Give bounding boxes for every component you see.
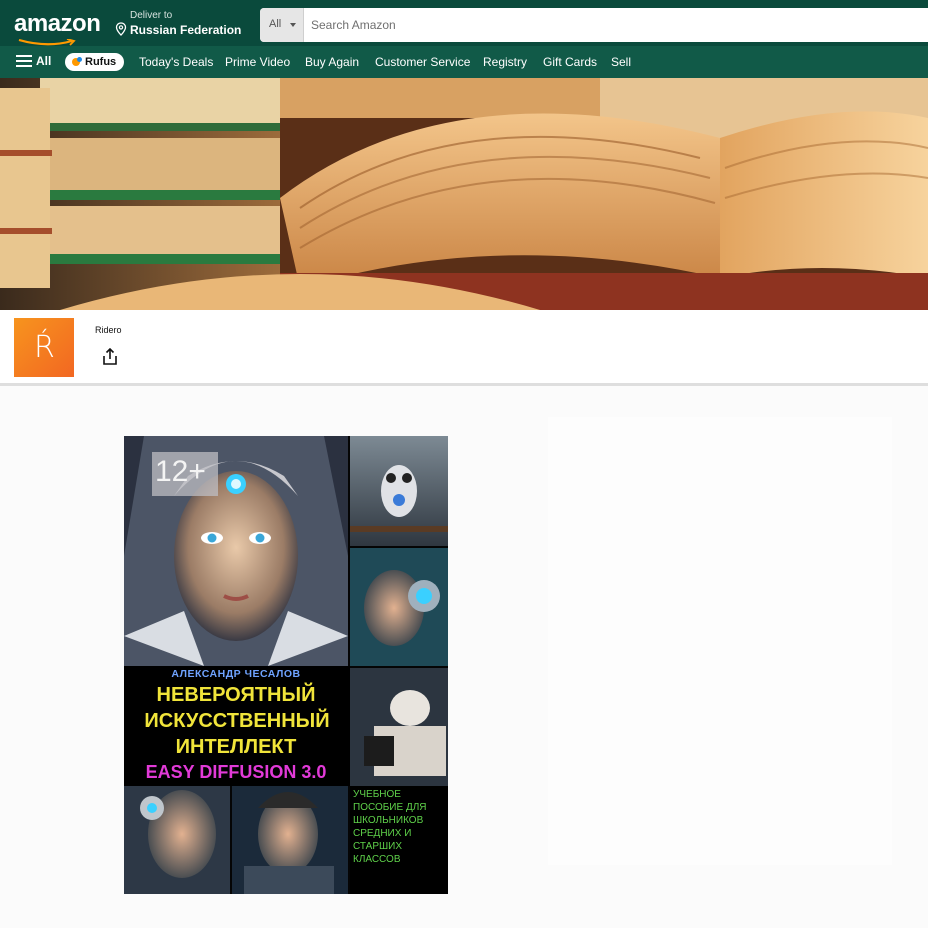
books-illustration [0,78,928,310]
blurb-line: УЧЕБНОЕ [353,789,401,800]
search-category-select[interactable]: All [260,8,304,42]
deliver-label: Deliver to [130,10,173,21]
all-menu-label: All [36,54,52,68]
nav-link-registry[interactable]: Registry [483,55,527,69]
rufus-icon-accent [77,57,82,62]
book-author: АЛЕКСАНДР ЧЕСАЛОВ [171,668,301,680]
store-banner-image [0,78,928,310]
ridero-logo-letter: Ŕ [34,330,55,365]
nav-link-gift-cards[interactable]: Gift Cards [543,55,597,69]
brand-name[interactable]: Ridero [95,325,122,335]
nav-link-prime-video[interactable]: Prime Video [225,55,290,69]
book-title-line-1: НЕВЕРОЯТНЫЙ [156,684,316,706]
rufus-label: Rufus [85,56,117,68]
amazon-logo[interactable]: amazon [14,10,101,38]
search-bar: All [260,8,928,42]
share-icon[interactable] [102,348,118,366]
book-cover[interactable]: 12+ АЛЕКСАНДР ЧЕСАЛОВ НЕВЕРОЯТНЫЙ ИСКУСС… [124,436,448,894]
age-rating-badge: 12+ [155,455,206,488]
top-header: amazon Deliver to Russian Federation All [0,0,928,46]
book-title-line-2: ИСКУССТВЕННЫЙ [144,710,330,732]
rufus-button[interactable]: Rufus [65,53,125,71]
book-blurb: УЧЕБНОЕ ПОСОБИЕ ДЛЯ ШКОЛЬНИКОВ СРЕДНИХ И… [353,788,447,866]
blurb-line: ПОСОБИЕ ДЛЯ [353,802,427,813]
deliver-location: Russian Federation [130,23,242,37]
all-menu-button[interactable]: All [16,54,51,68]
content-panel-placeholder [548,417,892,865]
book-subtitle: EASY DIFFUSION 3.0 [145,762,327,782]
hamburger-menu-icon [16,55,32,67]
location-pin-icon [115,22,127,36]
blurb-line: СРЕДНИХ И [353,828,412,839]
nav-bar: All Rufus Today's Deals Prime Video Buy … [0,46,928,78]
search-category-label: All [269,18,282,30]
ridero-logo[interactable]: Ŕ [14,318,74,377]
chevron-down-icon [290,23,296,27]
blurb-line: КЛАССОВ [353,854,401,865]
nav-link-customer-service[interactable]: Customer Service [375,55,470,69]
search-input[interactable] [304,8,928,42]
nav-link-buy-again[interactable]: Buy Again [305,55,359,69]
nav-link-todays-deals[interactable]: Today's Deals [139,55,213,69]
nav-link-sell[interactable]: Sell [611,55,631,69]
blurb-line: ШКОЛЬНИКОВ [353,815,424,826]
book-title-line-3: ИНТЕЛЛЕКТ [175,736,297,758]
blurb-line: СТАРШИХ [353,841,403,852]
brand-strip: Ŕ Ridero [0,310,928,386]
